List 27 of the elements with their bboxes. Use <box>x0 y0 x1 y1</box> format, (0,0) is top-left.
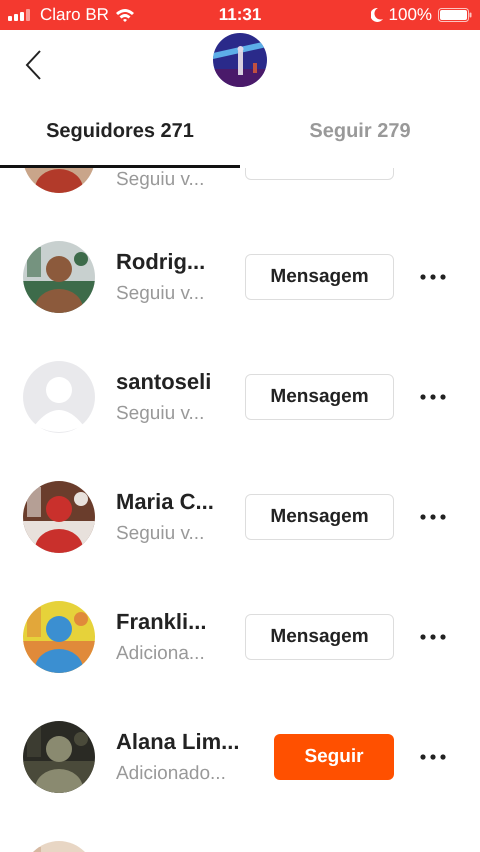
follow-status: Seguiu v... <box>116 283 204 305</box>
message-button[interactable]: Mensagem <box>245 494 394 540</box>
message-button[interactable]: Mensagem <box>245 614 394 660</box>
back-icon[interactable] <box>24 49 42 81</box>
follow-status: Seguiu v... <box>116 523 204 545</box>
user-name[interactable]: Maria C... <box>116 489 214 515</box>
user-name[interactable]: Alana Lim... <box>116 729 240 755</box>
more-icon[interactable] <box>420 274 446 280</box>
follow-status: Seguiu v... <box>116 168 204 190</box>
battery-icon <box>438 8 472 22</box>
user-name[interactable]: Rodrig... <box>116 249 206 275</box>
follow-status: Seguiu v... <box>116 403 204 425</box>
follow-status: Adicionado... <box>116 763 226 785</box>
battery-percentage: 100% <box>388 5 432 25</box>
message-button[interactable]: Mensagem <box>245 374 394 420</box>
wifi-icon <box>114 8 135 22</box>
clock-time: 11:31 <box>218 5 262 25</box>
more-icon[interactable] <box>420 754 446 760</box>
carrier-name: Claro BR <box>40 5 109 25</box>
message-button[interactable]: Mensagem <box>245 254 394 300</box>
moon-icon <box>370 8 383 22</box>
more-icon[interactable] <box>420 634 446 640</box>
user-name[interactable]: Frankli... <box>116 609 206 635</box>
follow-status: Adiciona... <box>116 643 205 665</box>
more-icon[interactable] <box>420 514 446 520</box>
user-name[interactable]: santoseli <box>116 369 212 395</box>
more-icon[interactable] <box>420 394 446 400</box>
